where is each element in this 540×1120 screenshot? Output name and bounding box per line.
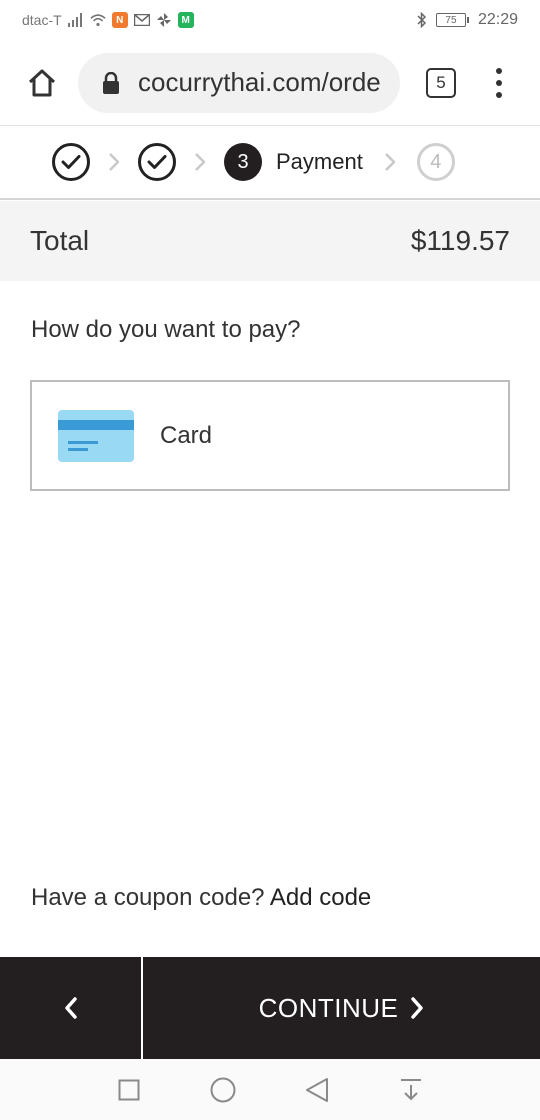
step-separator (363, 153, 417, 171)
step-3-active: 3 (224, 143, 262, 181)
checkout-action-bar: CONTINUE (0, 957, 540, 1059)
address-bar[interactable]: cocurrythai.com/orde (78, 52, 400, 113)
app-notification-icon: N (111, 12, 128, 28)
step-separator (90, 153, 138, 171)
chevron-left-icon (64, 997, 77, 1019)
continue-button[interactable]: CONTINUE (143, 957, 540, 1059)
battery-icon: 75 (435, 13, 469, 27)
menu-dot (496, 91, 502, 98)
checkout-stepper: 3 Payment 4 (0, 126, 540, 200)
url-text: cocurrythai.com/orde (138, 67, 381, 97)
status-bar: dtac-T N M 75 22:29 (0, 0, 540, 40)
continue-label: CONTINUE (258, 992, 399, 1023)
chevron-right-icon (411, 997, 424, 1019)
step-4-upcoming: 4 (416, 143, 455, 181)
recents-button[interactable] (113, 1074, 145, 1106)
coupon-section: Have a coupon code? Add code (31, 884, 371, 912)
chevron-right-icon (195, 153, 205, 171)
wifi-icon (90, 13, 106, 27)
step-separator (176, 153, 224, 171)
mail-icon (133, 13, 150, 27)
step-1-completed[interactable] (52, 143, 90, 181)
carrier-label: dtac-T (22, 12, 62, 28)
browser-menu-button[interactable] (494, 67, 504, 98)
card-payment-option[interactable]: Card (30, 380, 510, 491)
checkmark-icon (147, 155, 167, 169)
credit-card-icon (58, 409, 134, 462)
pull-down-icon (401, 1078, 421, 1100)
browser-toolbar: cocurrythai.com/orde 5 (0, 40, 540, 126)
chevron-right-icon (384, 153, 395, 171)
lock-icon (102, 71, 122, 94)
status-right: 75 22:29 (414, 11, 518, 29)
messenger-app-icon: M (177, 12, 194, 28)
total-amount: $119.57 (410, 225, 510, 256)
tab-switcher-button[interactable]: 5 (426, 67, 456, 98)
total-label: Total (30, 225, 90, 256)
order-total: Total $119.57 (0, 201, 540, 281)
circle-icon (210, 1077, 236, 1102)
clock: 22:29 (477, 11, 518, 28)
checkmark-icon (61, 155, 81, 169)
status-left: dtac-T N M (22, 12, 194, 28)
card-option-label: Card (160, 421, 213, 449)
home-icon (28, 69, 56, 96)
add-coupon-link[interactable]: Add code (270, 884, 371, 911)
notification-pull-button[interactable] (395, 1074, 427, 1106)
home-button[interactable] (18, 59, 66, 107)
signal-icon (67, 13, 84, 27)
square-icon (118, 1079, 140, 1100)
menu-dot (496, 79, 502, 86)
step-2-completed[interactable] (138, 143, 176, 181)
system-nav-bar (0, 1059, 540, 1120)
back-nav-button[interactable] (301, 1074, 333, 1106)
triangle-back-icon (306, 1077, 328, 1102)
home-nav-button[interactable] (207, 1074, 239, 1106)
step-3-label: Payment (276, 149, 363, 174)
menu-dot (496, 67, 502, 74)
chevron-right-icon (109, 153, 119, 171)
pinwheel-icon (156, 13, 172, 27)
back-button[interactable] (0, 957, 143, 1059)
coupon-prompt: Have a coupon code? (31, 884, 265, 911)
payment-question: How do you want to pay? (31, 316, 301, 343)
bluetooth-icon (414, 12, 430, 28)
